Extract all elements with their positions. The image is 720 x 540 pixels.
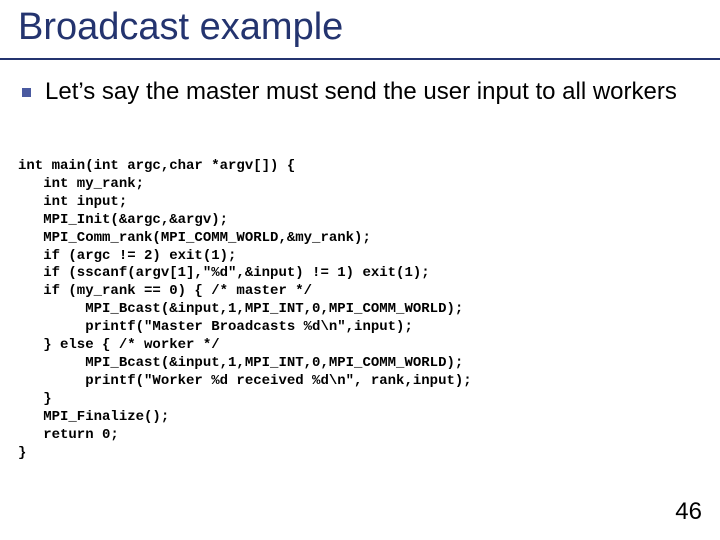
page-number: 46 — [675, 498, 702, 526]
code-block: int main(int argc,char *argv[]) { int my… — [18, 158, 472, 462]
bullet-row: Let’s say the master must send the user … — [22, 78, 682, 107]
bullet-square-icon — [22, 88, 31, 97]
bullet-text: Let’s say the master must send the user … — [45, 78, 677, 107]
slide-title: Broadcast example — [18, 6, 343, 49]
title-underline — [0, 58, 720, 60]
slide: Broadcast example Let’s say the master m… — [0, 0, 720, 540]
bullet-block: Let’s say the master must send the user … — [22, 78, 682, 107]
